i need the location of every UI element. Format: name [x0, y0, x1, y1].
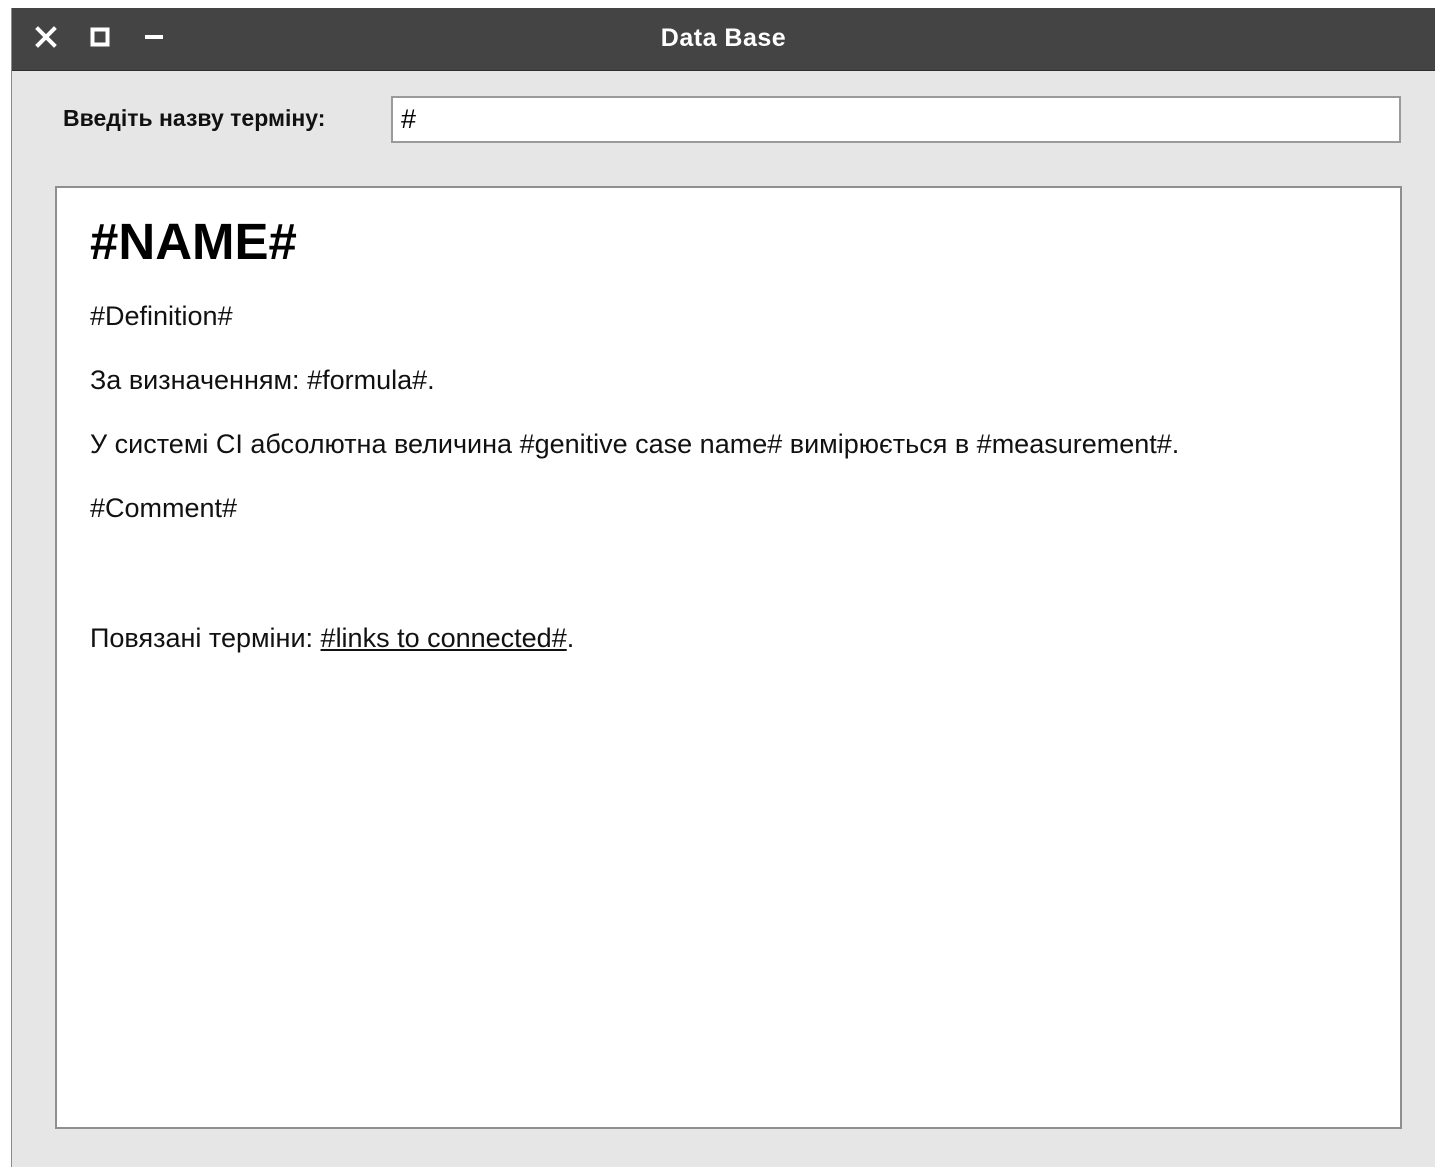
si-suffix: .	[1171, 429, 1180, 459]
formula-suffix: .	[427, 365, 435, 395]
genitive-name: #genitive case name#	[519, 429, 783, 459]
search-label: Введіть назву терміну:	[63, 105, 326, 131]
measurement-value: #measurement#	[976, 429, 1172, 459]
article-panel: #NAME# #Definition# За визначенням: #for…	[55, 186, 1402, 1129]
related-terms-link[interactable]: #links to connected#	[321, 623, 567, 653]
comment-text: #Comment#	[90, 493, 238, 523]
search-input[interactable]	[391, 96, 1401, 143]
related-suffix: .	[566, 623, 575, 653]
si-middle: вимірюється в	[782, 429, 977, 459]
related-terms-paragraph: Повязані терміни: #links to connected#.	[90, 620, 1367, 656]
si-unit-paragraph: У системі СІ абсолютна величина #genitiv…	[90, 426, 1210, 462]
app-window: Data Base Введіть назву терміну: #NAME# …	[11, 8, 1435, 1167]
title-bar[interactable]: Data Base	[12, 8, 1435, 71]
term-title: #NAME#	[90, 213, 297, 270]
window-title: Data Base	[660, 24, 787, 52]
formula-prefix: За визначенням:	[90, 365, 308, 395]
formula-value: #formula#	[307, 365, 428, 395]
si-prefix: У системі СІ абсолютна величина	[90, 429, 520, 459]
related-prefix: Повязані терміни:	[90, 623, 321, 653]
formula-paragraph: За визначенням: #formula#.	[90, 362, 1367, 398]
definition-text: #Definition#	[90, 301, 233, 331]
